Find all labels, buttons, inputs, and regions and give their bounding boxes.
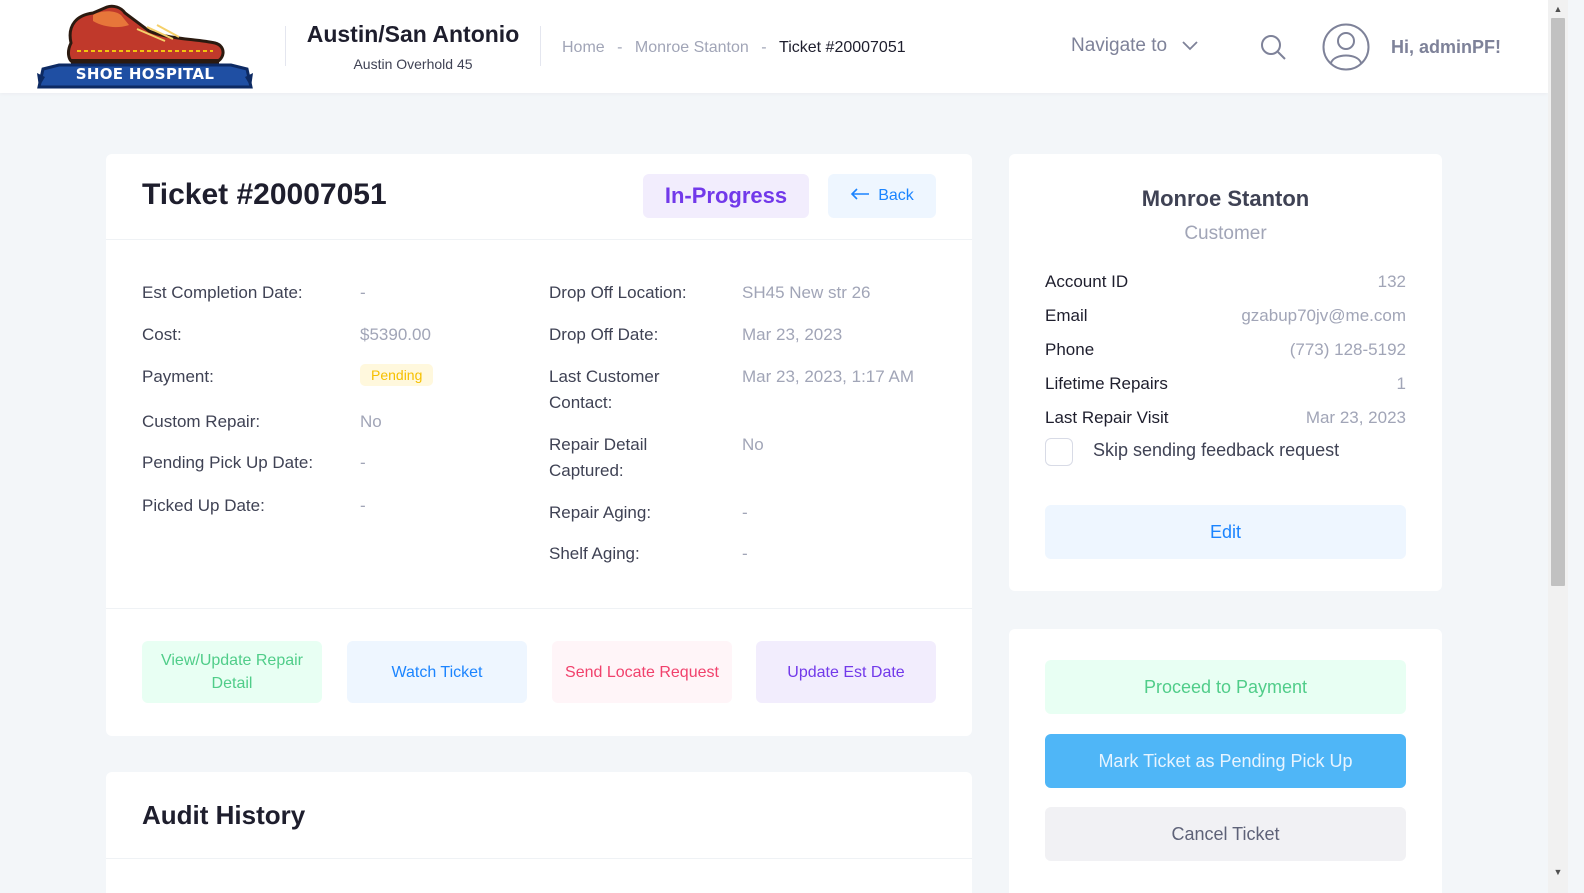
top-header: SHOE HOSPITAL Austin/San Antonio Austin … <box>0 0 1548 93</box>
est-completion-value: - <box>360 283 366 302</box>
last-repair-visit-label: Last Repair Visit <box>1045 408 1169 427</box>
cost-label: Cost: <box>142 325 182 344</box>
pending-pickup-date-value: - <box>360 453 366 472</box>
drop-off-location-label: Drop Off Location: <box>549 283 687 302</box>
ticket-actions-card: Proceed to Payment Mark Ticket as Pendin… <box>1009 629 1442 893</box>
drop-off-location-value: SH45 New str 26 <box>742 283 871 302</box>
est-completion-label: Est Completion Date: <box>142 283 303 302</box>
ticket-status-badge: In-Progress <box>643 174 809 218</box>
repair-aging-value: - <box>742 503 748 522</box>
navigate-to-label: Navigate to <box>1071 35 1168 56</box>
phone-row: Phone (773) 128-5192 <box>1045 340 1406 360</box>
lifetime-repairs-row: Lifetime Repairs 1 <box>1045 374 1406 394</box>
customer-name: Monroe Stanton <box>1141 186 1310 211</box>
cancel-ticket-button[interactable]: Cancel Ticket <box>1045 807 1406 861</box>
account-id-row: Account ID 132 <box>1045 272 1406 292</box>
audit-history-card: Audit History <box>106 772 972 893</box>
phone-value: (773) 128-5192 <box>1289 340 1406 359</box>
view-update-repair-detail-button[interactable]: View/Update Repair Detail <box>142 641 322 703</box>
lifetime-repairs-value: 1 <box>1396 374 1406 393</box>
breadcrumb-home[interactable]: Home <box>562 39 605 57</box>
skip-feedback-label: Skip sending feedback request <box>1093 440 1340 460</box>
customer-card: Monroe Stanton Customer Account ID 132 E… <box>1009 154 1442 591</box>
breadcrumb-current: Ticket #20007051 <box>779 39 906 56</box>
repair-aging-label: Repair Aging: <box>549 503 652 522</box>
last-repair-visit-value: Mar 23, 2023 <box>1305 408 1406 427</box>
scroll-down-arrow-icon[interactable]: ▼ <box>1552 866 1564 878</box>
custom-repair-label: Custom Repair: <box>142 412 261 431</box>
card-divider <box>106 608 972 609</box>
proceed-to-payment-button[interactable]: Proceed to Payment <box>1045 660 1406 714</box>
logo-wordmark: SHOE HOSPITAL <box>75 65 215 83</box>
last-customer-contact-value: Mar 23, 2023, 1:17 AM <box>742 367 914 386</box>
card-divider <box>106 858 972 859</box>
send-locate-request-button[interactable]: Send Locate Request <box>552 641 732 703</box>
edit-customer-button[interactable]: Edit <box>1045 505 1406 559</box>
update-est-date-button[interactable]: Update Est Date <box>756 641 936 703</box>
scrollbar-thumb[interactable] <box>1551 18 1565 586</box>
watch-ticket-button[interactable]: Watch Ticket <box>347 641 527 703</box>
email-row: Email gzabup70jv@me.com <box>1045 306 1406 326</box>
pending-pickup-date-label: Pending Pick Up Date: <box>142 453 314 472</box>
store-subtitle: Austin Overhold 45 <box>353 56 473 72</box>
repair-detail-captured-label: Repair Detail Captured: <box>549 435 648 480</box>
phone-label: Phone <box>1045 340 1095 359</box>
user-greeting[interactable]: Hi, adminPF! <box>1391 37 1501 58</box>
store-name: Austin/San Antonio <box>306 21 520 47</box>
account-id-value: 132 <box>1377 272 1406 291</box>
email-label: Email <box>1045 306 1088 325</box>
account-id-label: Account ID <box>1045 272 1129 291</box>
navigate-to-dropdown[interactable]: Navigate to <box>1071 35 1199 57</box>
header-divider <box>540 26 541 66</box>
breadcrumb-separator: - <box>617 39 623 56</box>
lifetime-repairs-label: Lifetime Repairs <box>1045 374 1168 393</box>
payment-status-badge: Pending <box>360 364 434 386</box>
drop-off-date-value: Mar 23, 2023 <box>742 325 843 344</box>
back-label: Back <box>878 187 914 204</box>
back-button[interactable]: Back <box>828 174 936 218</box>
shoe-hospital-logo[interactable]: SHOE HOSPITAL <box>37 3 253 91</box>
drop-off-date-label: Drop Off Date: <box>549 325 659 344</box>
breadcrumb-customer[interactable]: Monroe Stanton <box>635 39 749 57</box>
shelf-aging-value: - <box>742 544 748 563</box>
card-divider <box>106 239 972 240</box>
skip-feedback-checkbox[interactable] <box>1045 438 1073 466</box>
email-value: gzabup70jv@me.com <box>1241 306 1406 325</box>
customer-role: Customer <box>1184 223 1267 244</box>
last-repair-visit-row: Last Repair Visit Mar 23, 2023 <box>1045 408 1406 428</box>
chevron-down-icon <box>1181 35 1199 57</box>
user-avatar-icon[interactable] <box>1322 23 1370 71</box>
ticket-details-card: Ticket #20007051 In-Progress Back Est Co… <box>106 154 972 736</box>
cost-value: $5390.00 <box>360 325 431 344</box>
picked-up-date-value: - <box>360 496 366 515</box>
mark-pending-pickup-button[interactable]: Mark Ticket as Pending Pick Up <box>1045 734 1406 788</box>
ticket-title: Ticket #20007051 <box>142 178 387 211</box>
payment-label: Payment: <box>142 367 214 386</box>
breadcrumb-separator: - <box>761 39 767 56</box>
picked-up-date-label: Picked Up Date: <box>142 496 265 515</box>
arrow-left-icon <box>850 187 870 205</box>
repair-detail-captured-value: No <box>742 435 764 454</box>
audit-history-title: Audit History <box>142 800 306 830</box>
scroll-up-arrow-icon[interactable]: ▲ <box>1552 3 1564 15</box>
search-icon[interactable] <box>1259 33 1287 61</box>
last-customer-contact-label: Last Customer Contact: <box>549 367 660 412</box>
breadcrumb: Home - Monroe Stanton - Ticket #20007051 <box>562 39 906 57</box>
shelf-aging-label: Shelf Aging: <box>549 544 640 563</box>
header-divider <box>285 26 286 66</box>
custom-repair-value: No <box>360 412 382 431</box>
